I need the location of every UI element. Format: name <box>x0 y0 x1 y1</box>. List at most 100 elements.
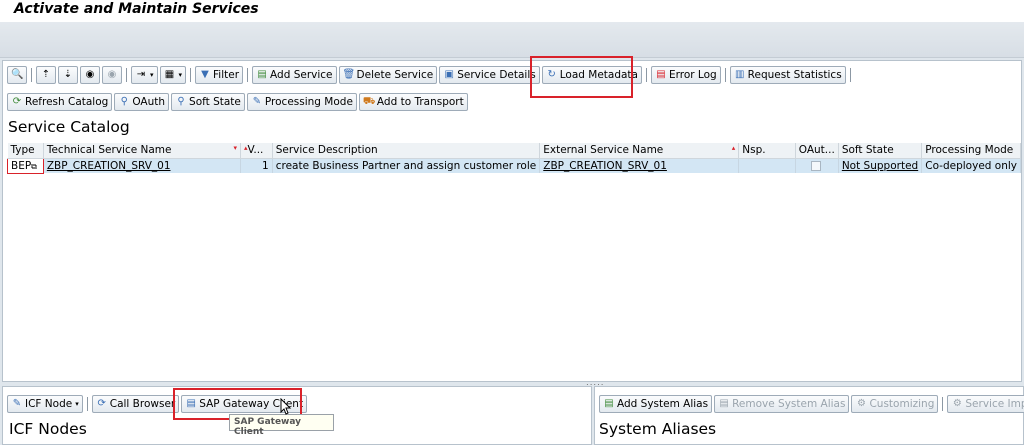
column-version[interactable]: ▴V... <box>240 143 273 159</box>
column-oauth[interactable]: OAut... <box>795 143 839 159</box>
system-aliases-panel: ▤ Add System Alias ▤ Remove System Alias ⚙… <box>594 386 1024 445</box>
separator <box>86 397 88 411</box>
column-description[interactable]: Service Description <box>272 143 541 159</box>
add-service-label: Add Service <box>270 69 333 81</box>
error-log-label: Error Log <box>668 69 717 81</box>
funnel-icon: ▼ <box>201 69 209 80</box>
external-link-icon: ⧉ <box>31 161 37 171</box>
column-namespace[interactable]: Nsp. <box>738 143 796 159</box>
processing-mode-label: Processing Mode <box>264 96 353 108</box>
service-catalog-table: Type Technical Service Name ▾ ▴V... Servi… <box>7 143 1021 174</box>
error-log-button[interactable]: ▤ Error Log <box>650 66 721 84</box>
cell-external-name[interactable]: ZBP_CREATION_SRV_01 <box>539 158 740 173</box>
remove-system-alias-button[interactable]: ▤ Remove System Alias <box>714 395 850 413</box>
cell-oauth[interactable] <box>795 158 839 173</box>
sort-ascending-icon: ⇡ <box>41 69 51 80</box>
soft-state-label: Soft State <box>189 96 241 108</box>
alias-toolbar: ▤ Add System Alias ▤ Remove System Alias ⚙… <box>599 394 1024 414</box>
chevron-down-icon: ▾ <box>178 71 183 79</box>
layout-grid-icon: ▦ <box>164 69 175 80</box>
cell-description: create Business Partner and assign custo… <box>272 158 541 173</box>
window-title: Activate and Maintain Services <box>0 0 1024 22</box>
add-system-alias-button[interactable]: ▤ Add System Alias <box>599 395 713 413</box>
binoculars-next-icon: ◉ <box>107 69 117 80</box>
separator <box>942 397 944 411</box>
chevron-down-icon: ▾ <box>75 400 79 408</box>
find-next-button[interactable]: ◉ <box>102 66 122 84</box>
secondary-toolbar: ⟳ Refresh Catalog ⚲ OAuth ⚲ Soft State ✎ Pro… <box>7 92 468 112</box>
separator <box>849 68 851 82</box>
add-system-alias-label: Add System Alias <box>617 398 709 410</box>
delete-service-button[interactable]: 🗑 Delete Service <box>338 66 438 84</box>
browser-icon: ⟳ <box>97 398 106 409</box>
cell-type[interactable]: BEP⧉ <box>7 157 44 174</box>
request-statistics-label: Request Statistics <box>747 69 842 81</box>
oauth-checkbox[interactable] <box>810 160 821 171</box>
export-icon: ⇥ <box>136 69 146 80</box>
column-external-name[interactable]: External Service Name ▴ <box>539 143 740 159</box>
export-button[interactable]: ⇥ ▾ <box>131 66 158 84</box>
add-service-button[interactable]: ▤ Add Service <box>252 66 337 84</box>
statistics-chart-icon: ▥ <box>734 69 745 80</box>
processing-mode-button[interactable]: ✎ Processing Mode <box>246 93 357 111</box>
main-panel: 🔍 ⇡ ⇣ ◉ ◉ ⇥ ▾ ▦ ▾ ▼ Filter ▤ Add Service 🗑 De… <box>2 60 1022 382</box>
find-button[interactable]: ◉ <box>80 66 100 84</box>
oauth-label: OAuth <box>132 96 166 108</box>
details-icon: ▣ <box>444 69 454 80</box>
refresh-icon: ⟳ <box>12 96 22 107</box>
cell-soft-state[interactable]: Not Supported <box>838 158 923 173</box>
mouse-cursor-icon <box>280 398 292 415</box>
pencil-icon: ✎ <box>252 96 262 107</box>
separator <box>126 68 127 82</box>
refresh-metadata-icon: ↻ <box>547 69 556 80</box>
oauth-button[interactable]: ⚲ OAuth <box>114 93 170 111</box>
service-details-button[interactable]: ▣ Service Details <box>439 66 540 84</box>
sort-descending-icon: ⇣ <box>63 69 73 80</box>
service-implementation-label: Service Implemen <box>965 398 1024 410</box>
transport-truck-icon: ⛟ <box>362 96 376 107</box>
icf-node-label: ICF Node <box>25 398 73 410</box>
sort-indicator-icon: ▴ <box>731 144 736 153</box>
cell-processing-mode: Co-deployed only <box>921 158 1021 173</box>
call-browser-button[interactable]: ⟳ Call Browser <box>91 395 180 413</box>
add-service-icon: ▤ <box>257 69 267 80</box>
table-header-row: Type Technical Service Name ▾ ▴V... Servi… <box>7 143 1021 159</box>
table-row[interactable]: BEP⧉ ZBP_CREATION_SRV_01 1 create Busine… <box>7 157 1021 174</box>
main-toolbar: 🔍 ⇡ ⇣ ◉ ◉ ⇥ ▾ ▦ ▾ ▼ Filter ▤ Add Service 🗑 De… <box>7 65 853 85</box>
call-browser-label: Call Browser <box>109 398 176 410</box>
customizing-label: Customizing <box>869 398 935 410</box>
delete-service-label: Delete Service <box>356 69 434 81</box>
remove-alias-icon: ▤ <box>719 398 729 409</box>
service-implementation-button[interactable]: ⚙Service Implemen <box>947 395 1024 413</box>
column-processing-mode[interactable]: Processing Mode <box>921 143 1021 159</box>
cell-technical-name[interactable]: ZBP_CREATION_SRV_01 <box>43 158 242 173</box>
oauth-key-icon: ⚲ <box>120 96 128 107</box>
column-soft-state[interactable]: Soft State <box>838 143 923 159</box>
column-technical-name[interactable]: Technical Service Name ▾ <box>43 143 242 159</box>
sort-ascending-button[interactable]: ⇡ <box>36 66 56 84</box>
filter-label: Filter <box>213 69 240 81</box>
chevron-down-icon: ▾ <box>150 71 154 79</box>
separator <box>31 68 32 82</box>
sort-descending-button[interactable]: ⇣ <box>58 66 78 84</box>
remove-system-alias-label: Remove System Alias <box>732 398 846 410</box>
refresh-catalog-button[interactable]: ⟳ Refresh Catalog <box>7 93 113 111</box>
request-statistics-button[interactable]: ▥ Request Statistics <box>729 66 846 84</box>
magnifier-icon: 🔍 <box>11 69 24 80</box>
cell-version: 1 <box>240 158 273 173</box>
column-type[interactable]: Type <box>7 143 44 159</box>
customizing-button[interactable]: ⚙ Customizing <box>851 395 939 413</box>
load-metadata-button[interactable]: ↻ Load Metadata <box>541 66 642 84</box>
filter-button[interactable]: ▼ Filter <box>195 66 244 84</box>
details-button[interactable]: 🔍 <box>7 66 27 84</box>
cell-namespace <box>738 158 796 173</box>
layout-button[interactable]: ▦ ▾ <box>159 66 187 84</box>
gateway-client-tooltip: SAP Gateway Client <box>229 414 334 437</box>
add-to-transport-label: Add to Transport <box>376 96 464 108</box>
soft-state-button[interactable]: ⚲ Soft State <box>171 93 245 111</box>
customizing-icon: ⚙ <box>856 398 866 409</box>
icf-node-button[interactable]: ✎ ICF Node ▾ <box>7 395 83 413</box>
add-alias-icon: ▤ <box>604 398 614 409</box>
add-to-transport-button[interactable]: ⛟ Add to Transport <box>358 93 468 111</box>
service-catalog-title: Service Catalog <box>8 118 130 136</box>
